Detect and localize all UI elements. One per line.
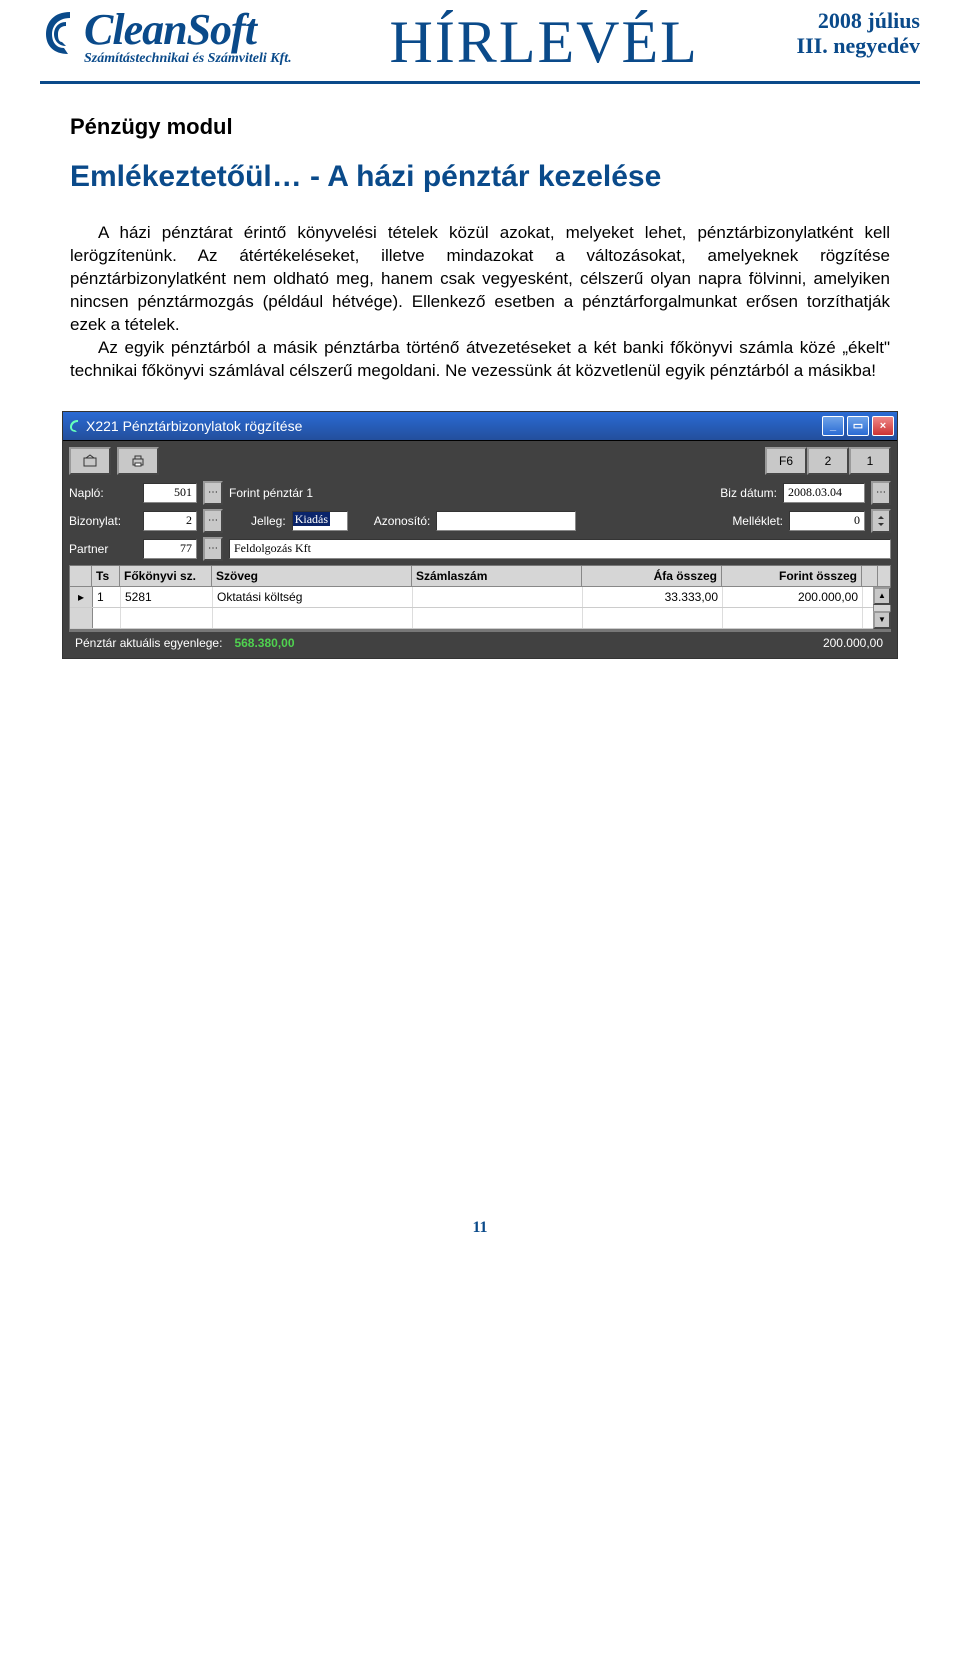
naplo-input[interactable]: [143, 483, 197, 503]
cell-szamlaszam[interactable]: [413, 587, 583, 607]
app-window: X221 Pénztárbizonylatok rögzítése _ ▭ × …: [62, 411, 898, 659]
scroll-down-icon[interactable]: ▼: [873, 611, 891, 629]
label-azonosito: Azonosító:: [374, 514, 431, 528]
grid-footer: Pénztár aktuális egyenlege: 568.380,00 2…: [69, 630, 891, 654]
grid-header-marker[interactable]: [70, 566, 92, 586]
issue-quarter: III. negyedév: [797, 33, 920, 58]
f6-button[interactable]: F6: [765, 447, 807, 475]
partner-name-input[interactable]: [229, 539, 891, 559]
details-grid: Ts Főkönyvi sz. Szöveg Számlaszám Áfa ös…: [69, 565, 891, 630]
view-1-button[interactable]: 1: [849, 447, 891, 475]
article-title: Emlékeztetőül… - A házi pénztár kezelése: [70, 160, 890, 194]
cell-szoveg[interactable]: Oktatási költség: [213, 587, 413, 607]
grid-header-afa[interactable]: Áfa összeg: [582, 566, 722, 586]
scroll-up-icon[interactable]: ▲: [873, 587, 891, 605]
bizonylat-input[interactable]: [143, 511, 197, 531]
cell-forint[interactable]: 200.000,00: [723, 587, 863, 607]
paragraph-2: Az egyik pénztárból a másik pénztárba tö…: [70, 337, 890, 383]
biz-datum-input[interactable]: [783, 483, 865, 503]
label-bizonylat: Bizonylat:: [69, 514, 137, 528]
row-marker-icon: [70, 608, 93, 628]
view-2-button[interactable]: 2: [807, 447, 849, 475]
print-button[interactable]: [117, 447, 159, 475]
cell-fokonyvi[interactable]: 5281: [121, 587, 213, 607]
total-value: 200.000,00: [815, 632, 891, 654]
cleansoft-logo-icon: [40, 8, 80, 56]
melleklet-input[interactable]: [789, 511, 865, 531]
naplo-picker[interactable]: ⋯: [203, 481, 223, 505]
close-button[interactable]: ×: [872, 416, 894, 436]
toolbar: F6 2 1: [69, 447, 891, 475]
app-icon: [66, 418, 82, 434]
maximize-button[interactable]: ▭: [847, 416, 869, 436]
naplo-name: Forint pénztár 1: [229, 486, 489, 500]
label-jelleg: Jelleg:: [251, 514, 286, 528]
cell-afa[interactable]: 33.333,00: [583, 587, 723, 607]
tool-button-1[interactable]: [69, 447, 111, 475]
minimize-button[interactable]: _: [822, 416, 844, 436]
balance-value: 568.380,00: [228, 632, 300, 654]
page-number: 11: [0, 1219, 960, 1237]
issue-date: 2008 július: [797, 8, 920, 33]
table-row[interactable]: [70, 608, 873, 629]
jelleg-select[interactable]: Kiadás: [292, 511, 348, 531]
page-header: CleanSoft Számítástechnikai és Számvitel…: [40, 0, 920, 84]
grid-header: Ts Főkönyvi sz. Szöveg Számlaszám Áfa ös…: [70, 566, 890, 587]
biz-datum-picker[interactable]: ⋯: [871, 481, 891, 505]
label-partner: Partner: [69, 542, 137, 556]
bizonylat-picker[interactable]: ⋯: [203, 509, 223, 533]
brand-name: CleanSoft: [84, 8, 292, 52]
azonosito-input[interactable]: [436, 511, 576, 531]
module-heading: Pénzügy modul: [70, 114, 890, 140]
article-body: Pénzügy modul Emlékeztetőül… - A házi pé…: [70, 114, 890, 383]
label-naplo: Napló:: [69, 486, 137, 500]
paragraph-1: A házi pénztárat érintő könyvelési tétel…: [70, 222, 890, 337]
table-row[interactable]: ▸ 1 5281 Oktatási költség 33.333,00 200.…: [70, 587, 873, 608]
melleklet-stepper[interactable]: [871, 509, 891, 533]
balance-label: Pénztár aktuális egyenlege:: [69, 632, 228, 654]
issue-info: 2008 július III. negyedév: [797, 8, 920, 59]
grid-header-scroll: [862, 566, 878, 586]
grid-header-szoveg[interactable]: Szöveg: [212, 566, 412, 586]
newsletter-headline: HÍRLEVÉL: [389, 8, 698, 77]
window-titlebar[interactable]: X221 Pénztárbizonylatok rögzítése _ ▭ ×: [63, 412, 897, 441]
grid-header-forint[interactable]: Forint összeg: [722, 566, 862, 586]
brand-subtitle: Számítástechnikai és Számviteli Kft.: [84, 52, 292, 66]
row-marker-icon: ▸: [70, 587, 93, 607]
label-biz-datum: Biz dátum:: [720, 486, 777, 500]
label-melleklet: Melléklet:: [732, 514, 783, 528]
cell-ts[interactable]: 1: [93, 587, 121, 607]
grid-header-ts[interactable]: Ts: [92, 566, 120, 586]
grid-header-szamlaszam[interactable]: Számlaszám: [412, 566, 582, 586]
grid-scrollbar[interactable]: ▲ ▼: [873, 587, 890, 629]
logo: CleanSoft Számítástechnikai és Számvitel…: [40, 8, 292, 66]
grid-header-fokonyvi[interactable]: Főkönyvi sz.: [120, 566, 212, 586]
partner-input[interactable]: [143, 539, 197, 559]
window-title: X221 Pénztárbizonylatok rögzítése: [82, 418, 822, 434]
partner-picker[interactable]: ⋯: [203, 537, 223, 561]
